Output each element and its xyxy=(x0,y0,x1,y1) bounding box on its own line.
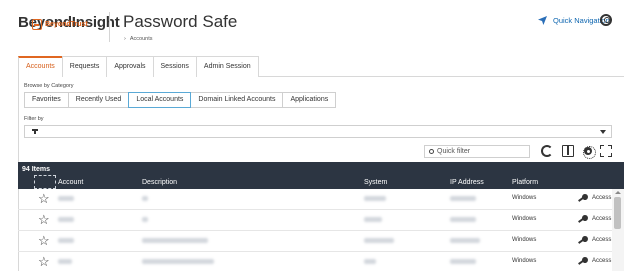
tab-sessions[interactable]: Sessions xyxy=(152,56,197,77)
access-button[interactable]: Access xyxy=(578,257,611,265)
redacted-ip-address xyxy=(450,259,476,264)
category-applications[interactable]: Applications xyxy=(282,92,337,108)
category-domain-linked-accounts[interactable]: Domain Linked Accounts xyxy=(190,92,284,108)
gear-icon[interactable] xyxy=(582,145,596,159)
category-recently-used[interactable]: Recently Used xyxy=(67,92,130,108)
columns-icon[interactable] xyxy=(562,145,574,157)
star-icon[interactable]: ☆ xyxy=(38,192,50,205)
redacted-account xyxy=(58,259,72,264)
column-ip-address[interactable]: IP Address xyxy=(450,179,484,186)
redacted-ip-address xyxy=(450,238,480,243)
main-tabs: Accounts Requests Approvals Sessions Adm… xyxy=(18,56,624,77)
platform-cell: Windows xyxy=(512,258,537,264)
key-icon xyxy=(578,215,588,223)
fullscreen-icon[interactable] xyxy=(600,145,612,157)
star-icon[interactable]: ☆ xyxy=(38,213,50,226)
select-column[interactable] xyxy=(34,175,56,189)
scrollbar-thumb[interactable] xyxy=(614,197,621,229)
access-label: Access xyxy=(592,258,612,264)
category-favorites[interactable]: Favorites xyxy=(24,92,69,108)
star-icon[interactable]: ☆ xyxy=(38,255,50,268)
access-button[interactable]: Access xyxy=(578,215,611,223)
access-button[interactable]: Access xyxy=(578,236,611,244)
column-platform[interactable]: Platform xyxy=(512,179,538,186)
access-label: Access xyxy=(592,216,612,222)
table-row[interactable]: ☆ Windows Access xyxy=(18,252,612,271)
redacted-description xyxy=(142,217,148,222)
table-row[interactable]: ☆ Windows Access xyxy=(18,189,612,210)
access-label: Access xyxy=(592,195,612,201)
redacted-system xyxy=(364,196,386,201)
filter-funnel-icon xyxy=(32,129,38,134)
app-header: BeyondInsight BeyondTrust Password Safe … xyxy=(0,0,624,52)
refresh-icon[interactable] xyxy=(541,145,553,157)
brand-logo: BeyondTrust xyxy=(32,19,88,30)
quick-filter-placeholder: Quick filter xyxy=(437,148,471,155)
filter-select[interactable] xyxy=(24,125,612,138)
navigation-arrow-icon xyxy=(538,16,547,25)
grid-header: 94 Items Account Description System IP A… xyxy=(18,162,624,189)
table-row[interactable]: ☆ Windows Access xyxy=(18,231,612,252)
redacted-system xyxy=(364,217,382,222)
redacted-account xyxy=(58,238,74,243)
redacted-account xyxy=(58,196,74,201)
quick-filter-input[interactable]: Quick filter xyxy=(424,145,530,158)
filter-by-label: Filter by xyxy=(24,116,44,122)
column-description[interactable]: Description xyxy=(142,179,177,186)
tab-approvals[interactable]: Approvals xyxy=(106,56,154,77)
quick-navigation-button[interactable]: Quick Navigation xyxy=(538,16,610,25)
tab-requests[interactable]: Requests xyxy=(61,56,108,77)
redacted-description xyxy=(142,259,214,264)
user-account-icon[interactable] xyxy=(600,14,612,26)
breadcrumb: › Accounts xyxy=(124,36,152,42)
breadcrumb-accounts[interactable]: Accounts xyxy=(130,36,153,42)
page-title: Password Safe xyxy=(123,12,238,31)
item-count: 94 Items xyxy=(22,166,51,173)
redacted-ip-address xyxy=(450,196,476,201)
category-button-group: Favorites Recently Used Local Accounts D… xyxy=(24,92,337,108)
scroll-up-arrow-icon[interactable] xyxy=(615,191,621,194)
column-system[interactable]: System xyxy=(364,179,387,186)
search-icon xyxy=(429,148,434,154)
redacted-description xyxy=(142,196,148,201)
redacted-ip-address xyxy=(450,217,476,222)
key-icon xyxy=(578,257,588,265)
redacted-description xyxy=(142,238,208,243)
browse-by-category-label: Browse by Category xyxy=(24,83,74,89)
brand-sub-label: BeyondTrust xyxy=(45,21,88,28)
key-icon xyxy=(578,194,588,202)
breadcrumb-separator: › xyxy=(124,36,126,42)
platform-cell: Windows xyxy=(512,195,537,201)
platform-cell: Windows xyxy=(512,216,537,222)
beyondtrust-logo-icon xyxy=(32,19,42,30)
tab-admin-session[interactable]: Admin Session xyxy=(195,56,259,77)
chevron-down-icon xyxy=(600,130,606,134)
redacted-account xyxy=(58,217,74,222)
category-local-accounts[interactable]: Local Accounts xyxy=(128,92,192,108)
accounts-table: ☆ Windows Access ☆ Windows Access ☆ Wind… xyxy=(18,189,612,271)
redacted-system xyxy=(364,259,376,264)
grid-scrollbar[interactable] xyxy=(612,189,624,271)
column-account[interactable]: Account xyxy=(58,179,83,186)
redacted-system xyxy=(364,238,394,243)
access-label: Access xyxy=(592,237,612,243)
header-divider xyxy=(109,12,110,42)
key-icon xyxy=(578,236,588,244)
tab-accounts[interactable]: Accounts xyxy=(18,56,63,77)
platform-cell: Windows xyxy=(512,237,537,243)
star-icon[interactable]: ☆ xyxy=(38,234,50,247)
access-button[interactable]: Access xyxy=(578,194,611,202)
table-row[interactable]: ☆ Windows Access xyxy=(18,210,612,231)
